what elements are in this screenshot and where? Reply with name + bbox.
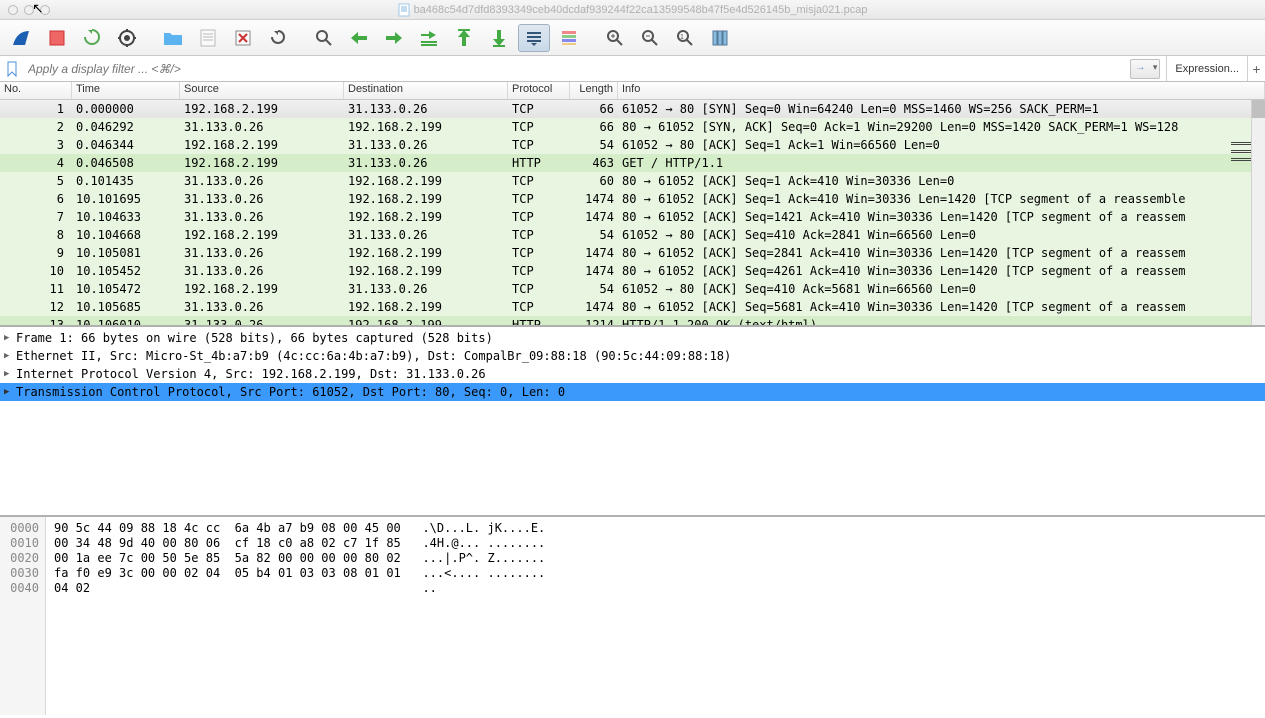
detail-tree-row[interactable]: ▶Ethernet II, Src: Micro-St_4b:a7:b9 (4c…: [0, 347, 1265, 365]
packet-list-header[interactable]: No. Time Source Destination Protocol Len…: [0, 82, 1265, 100]
column-header-protocol[interactable]: Protocol: [508, 82, 570, 99]
packet-row[interactable]: 810.104668192.168.2.19931.133.0.26TCP546…: [0, 226, 1265, 244]
packet-row[interactable]: 10.000000192.168.2.19931.133.0.26TCP6661…: [0, 100, 1265, 118]
save-file-icon[interactable]: [192, 24, 224, 52]
packet-row[interactable]: 50.10143531.133.0.26192.168.2.199TCP6080…: [0, 172, 1265, 190]
column-header-destination[interactable]: Destination: [344, 82, 508, 99]
packet-details-pane[interactable]: ▶Frame 1: 66 bytes on wire (528 bits), 6…: [0, 327, 1265, 517]
packet-row[interactable]: 40.046508192.168.2.19931.133.0.26HTTP463…: [0, 154, 1265, 172]
options-icon[interactable]: [111, 24, 143, 52]
go-last-icon[interactable]: [483, 24, 515, 52]
go-to-packet-icon[interactable]: [413, 24, 445, 52]
column-header-info[interactable]: Info: [618, 82, 1265, 99]
packet-row[interactable]: 1010.10545231.133.0.26192.168.2.199TCP14…: [0, 262, 1265, 280]
packet-bytes-pane[interactable]: 0000 0010 0020 0030 0040 90 5c 44 09 88 …: [0, 517, 1265, 715]
go-first-icon[interactable]: [448, 24, 480, 52]
packet-row[interactable]: 1210.10568531.133.0.26192.168.2.199TCP14…: [0, 298, 1265, 316]
packet-list-scrollbar[interactable]: [1251, 100, 1265, 325]
hex-offset-gutter: 0000 0010 0020 0030 0040: [0, 517, 46, 715]
detail-tree-row[interactable]: ▶Frame 1: 66 bytes on wire (528 bits), 6…: [0, 329, 1265, 347]
column-header-time[interactable]: Time: [72, 82, 180, 99]
go-forward-icon[interactable]: [378, 24, 410, 52]
packet-row[interactable]: 20.04629231.133.0.26192.168.2.199TCP6680…: [0, 118, 1265, 136]
detail-tree-row[interactable]: ▶Internet Protocol Version 4, Src: 192.1…: [0, 365, 1265, 383]
packet-row[interactable]: 610.10169531.133.0.26192.168.2.199TCP147…: [0, 190, 1265, 208]
open-file-icon[interactable]: [157, 24, 189, 52]
hex-dump-body[interactable]: 90 5c 44 09 88 18 4c cc 6a 4b a7 b9 08 0…: [46, 517, 1265, 715]
titlebar: ba468c54d7dfd8393349ceb40dcdaf939244f22c…: [0, 0, 1265, 20]
restart-capture-icon[interactable]: [76, 24, 108, 52]
go-back-icon[interactable]: [343, 24, 375, 52]
mouse-cursor: ↖: [32, 0, 44, 17]
resize-columns-icon[interactable]: [704, 24, 736, 52]
svg-text:1: 1: [680, 34, 684, 41]
window-title: ba468c54d7dfd8393349ceb40dcdaf939244f22c…: [414, 4, 868, 16]
packet-list-pane: No. Time Source Destination Protocol Len…: [0, 82, 1265, 327]
column-header-source[interactable]: Source: [180, 82, 344, 99]
colorize-icon[interactable]: [553, 24, 585, 52]
packet-row[interactable]: 1110.105472192.168.2.19931.133.0.26TCP54…: [0, 280, 1265, 298]
display-filter-input[interactable]: [24, 60, 1130, 78]
auto-scroll-icon[interactable]: [518, 24, 550, 52]
column-header-no[interactable]: No.: [0, 82, 72, 99]
packet-row[interactable]: 30.046344192.168.2.19931.133.0.26TCP5461…: [0, 136, 1265, 154]
expression-button[interactable]: Expression...: [1166, 56, 1247, 81]
shark-fin-icon[interactable]: [6, 24, 38, 52]
packet-minimap[interactable]: [1231, 100, 1251, 325]
find-icon[interactable]: [308, 24, 340, 52]
packet-row[interactable]: 910.10508131.133.0.26192.168.2.199TCP147…: [0, 244, 1265, 262]
filter-dropdown[interactable]: [1130, 59, 1160, 79]
zoom-reset-icon[interactable]: 1: [669, 24, 701, 52]
filter-bar: Expression... +: [0, 56, 1265, 82]
zoom-in-icon[interactable]: [599, 24, 631, 52]
packet-row[interactable]: 710.10463331.133.0.26192.168.2.199TCP147…: [0, 208, 1265, 226]
add-filter-button[interactable]: +: [1247, 56, 1265, 81]
toolbar: 1: [0, 20, 1265, 56]
bookmark-icon[interactable]: [4, 61, 20, 77]
zoom-out-icon[interactable]: [634, 24, 666, 52]
detail-tree-row[interactable]: ▶Transmission Control Protocol, Src Port…: [0, 383, 1265, 401]
stop-capture-icon[interactable]: [41, 24, 73, 52]
packet-row[interactable]: 1310.10601031.133.0.26192.168.2.199HTTP1…: [0, 316, 1265, 327]
column-header-length[interactable]: Length: [570, 82, 618, 99]
close-file-icon[interactable]: [227, 24, 259, 52]
reload-icon[interactable]: [262, 24, 294, 52]
document-icon: [398, 3, 410, 17]
